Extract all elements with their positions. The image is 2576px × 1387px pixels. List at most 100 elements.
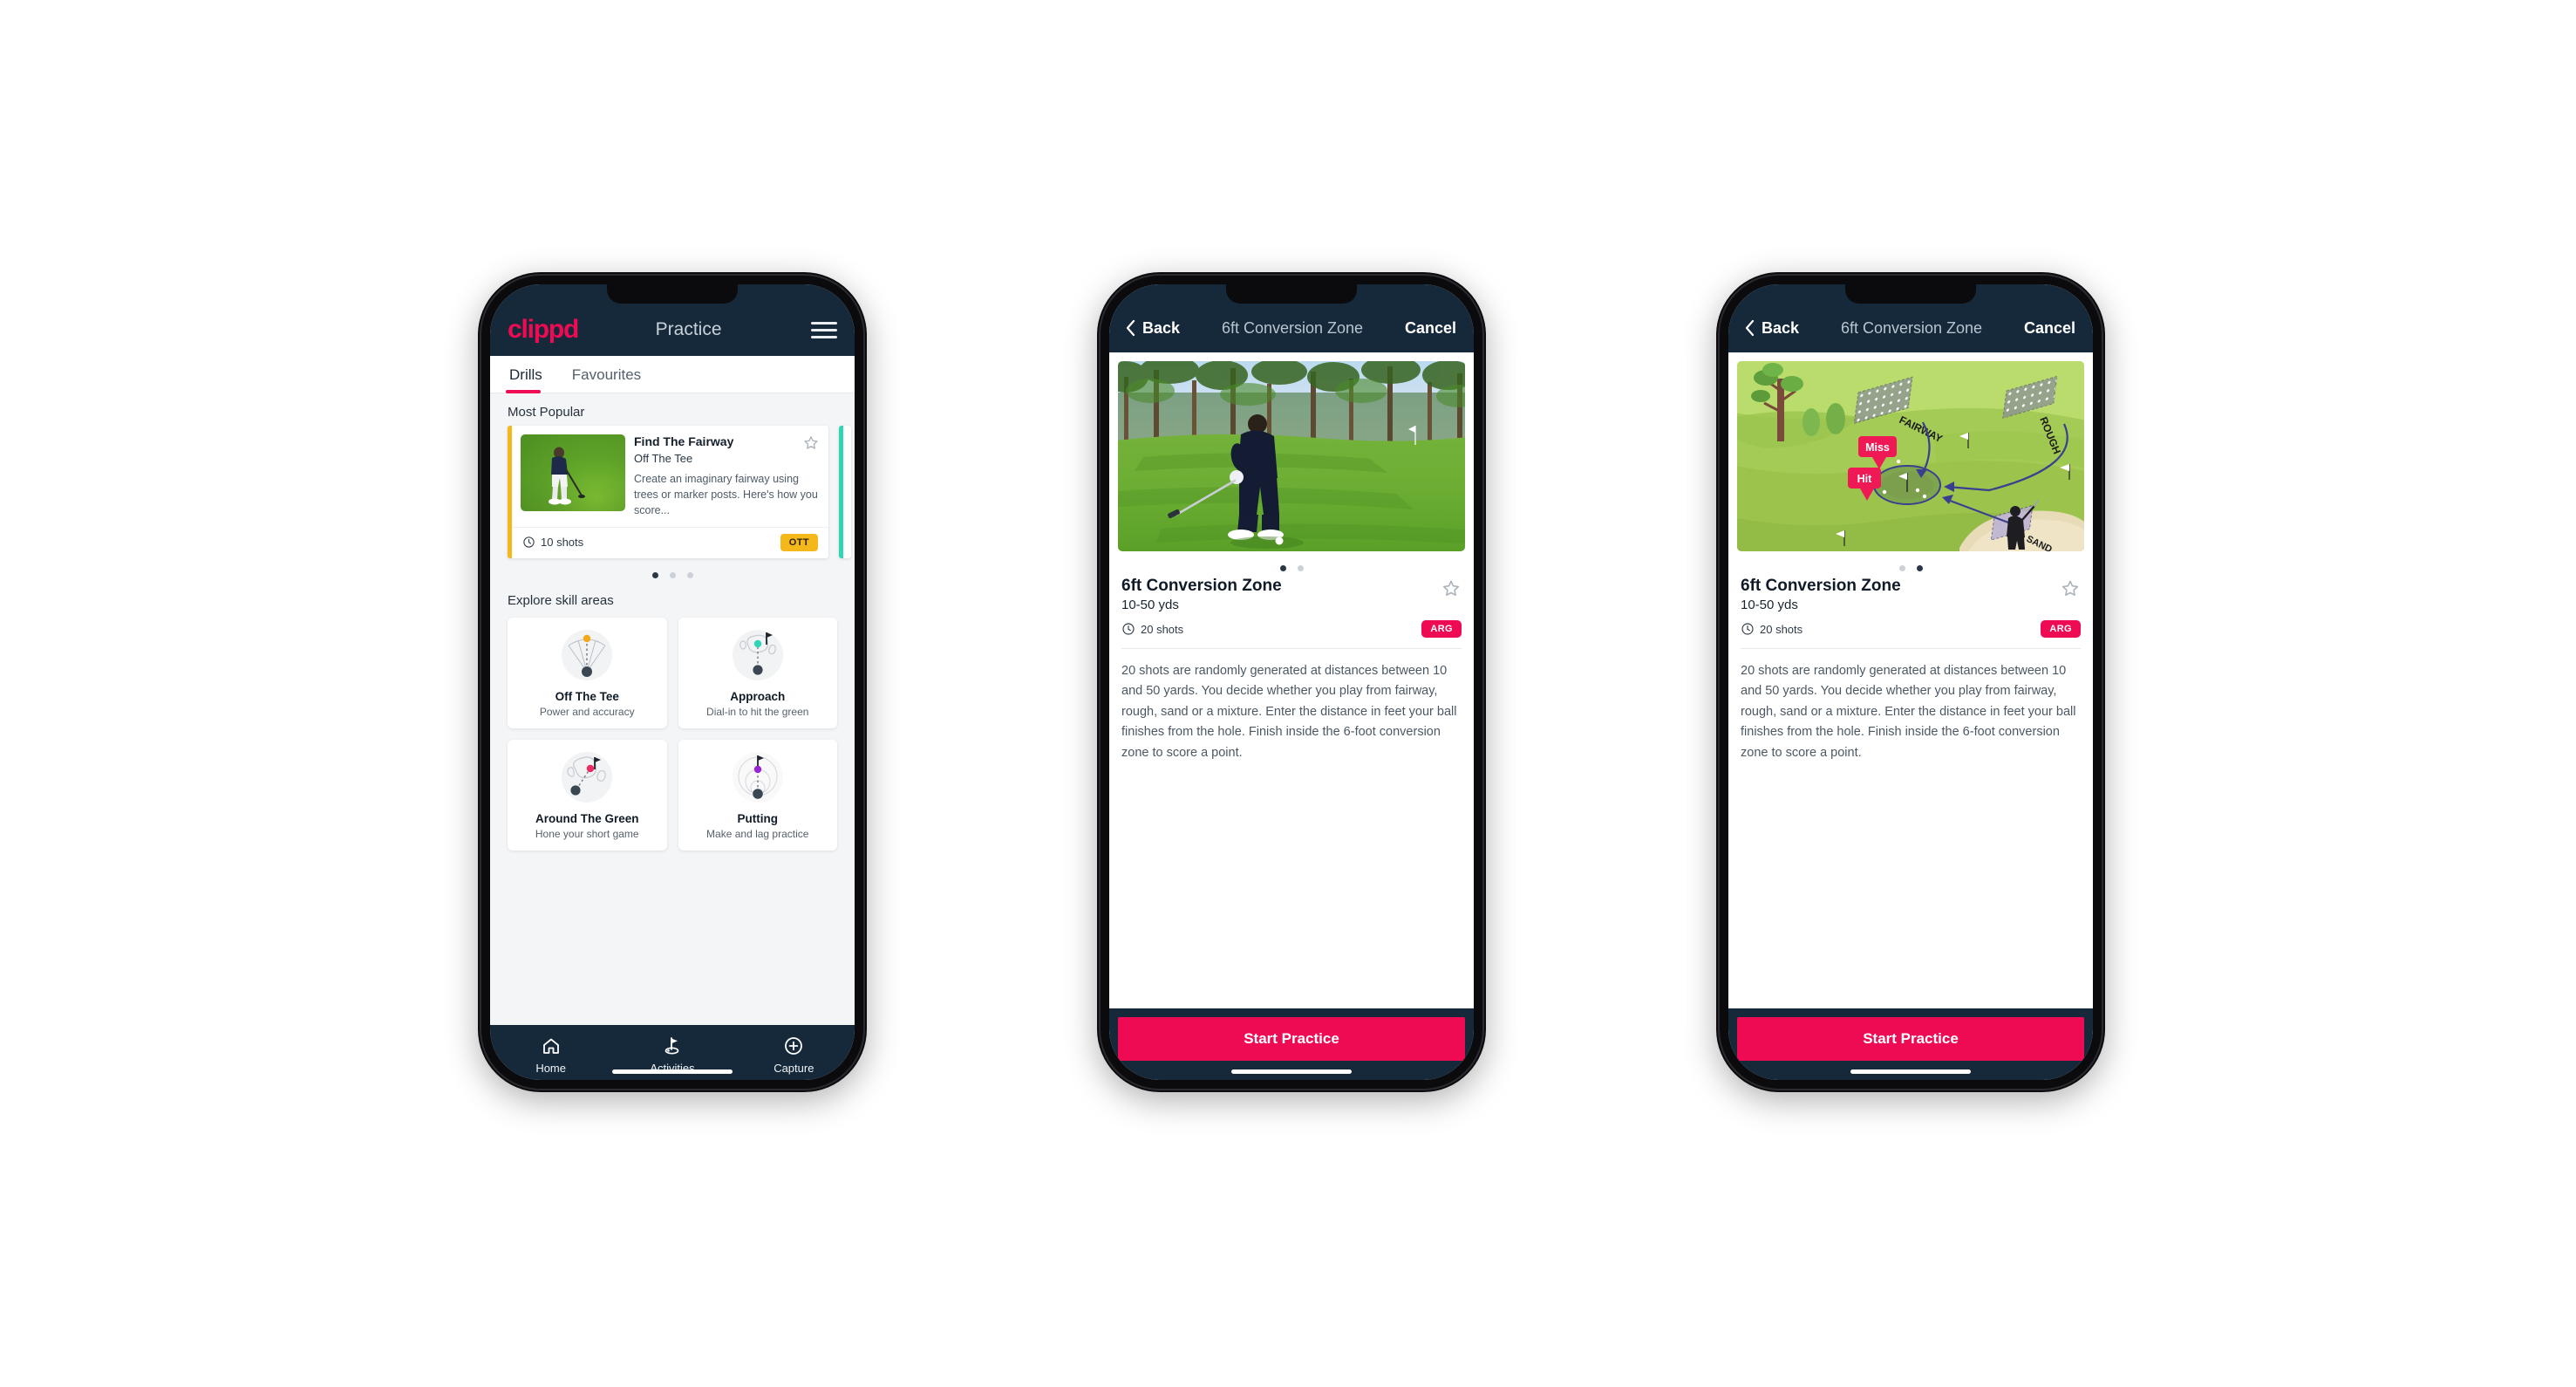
golf-course-diagram: FAIRWAY ROUGH SAND Miss Hit	[1737, 361, 2084, 551]
drill-media-illustration[interactable]: FAIRWAY ROUGH SAND Miss Hit	[1737, 361, 2084, 551]
phone3-screen: Back 6ft Conversion Zone Cancel FAIRWAY …	[1728, 284, 2093, 1080]
chip-green-icon	[515, 750, 660, 804]
drill-shots: 20 shots	[1121, 622, 1183, 636]
drill-description: Create an imaginary fairway using trees …	[634, 472, 818, 516]
drill-shots: 20 shots	[1741, 622, 1803, 636]
chevron-left-icon	[1745, 319, 1755, 337]
explore-skill-areas-label: Explore skill areas	[508, 592, 614, 608]
media-dot-2[interactable]	[1297, 565, 1304, 571]
drill-name: 6ft Conversion Zone	[1741, 577, 1901, 595]
golfer-chipping-photo	[1118, 361, 1465, 551]
back-button[interactable]: Back	[1744, 319, 1799, 338]
drill-media-photo[interactable]	[1118, 361, 1465, 551]
drill-description: 20 shots are randomly generated at dista…	[1121, 664, 1457, 760]
cancel-button[interactable]: Cancel	[2024, 319, 2075, 338]
skill-area-grid: Off The Tee Power and accuracy Approach …	[490, 614, 855, 851]
putting-rings-icon	[685, 750, 831, 804]
drill-card-top: Find The Fairway Off The Tee Create an i…	[512, 426, 828, 527]
skill-badge-arg: ARG	[1421, 620, 1462, 638]
tab-favourites[interactable]: Favourites	[569, 356, 653, 393]
skill-card-title: Approach	[730, 689, 786, 703]
phone2-notch	[1226, 284, 1357, 304]
drill-shots-label: 10 shots	[541, 536, 584, 550]
phone2-content: 6ft Conversion Zone 10-50 yds 20 shots A…	[1109, 352, 1474, 1008]
phone1-notch	[607, 284, 738, 304]
back-label: Back	[1142, 318, 1181, 337]
back-button[interactable]: Back	[1125, 319, 1180, 338]
skill-card-off-the-tee[interactable]: Off The Tee Power and accuracy	[508, 617, 667, 728]
approach-green-icon	[685, 628, 831, 682]
skill-card-around-the-green[interactable]: Around The Green Hone your short game	[508, 739, 667, 851]
drill-name: 6ft Conversion Zone	[1121, 577, 1282, 595]
star-outline-icon[interactable]	[2060, 578, 2081, 599]
back-label: Back	[1762, 318, 1800, 337]
drill-shots-row: 20 shots ARG	[1741, 620, 2081, 638]
tee-fan-icon	[515, 628, 660, 682]
nav-label-home: Home	[535, 1062, 566, 1075]
tab-bar: Drills Favourites	[490, 356, 855, 393]
nav-item-capture[interactable]: Capture	[733, 1035, 854, 1075]
skill-badge-ott: OTT	[780, 533, 818, 551]
drill-description: 20 shots are randomly generated at dista…	[1741, 664, 2076, 760]
start-practice-button[interactable]: Start Practice	[1118, 1017, 1465, 1061]
drill-info: 6ft Conversion Zone 10-50 yds 20 shots A…	[1109, 575, 1474, 638]
drill-card-next-peek[interactable]	[839, 426, 851, 558]
drill-shots-label: 20 shots	[1760, 622, 1803, 636]
drill-distance: 10-50 yds	[1741, 598, 1798, 612]
phone-mockup-practice-list: clippd Practice Drills Favourites Most P…	[478, 272, 867, 1092]
media-carousel-dots	[1728, 551, 2093, 575]
phone1-screen: clippd Practice Drills Favourites Most P…	[490, 284, 855, 1080]
skill-card-title: Putting	[737, 811, 779, 825]
skill-card-title: Around The Green	[535, 811, 639, 825]
drill-name-row: 6ft Conversion Zone 10-50 yds	[1121, 577, 1462, 612]
skill-card-approach[interactable]: Approach Dial-in to hit the green	[678, 617, 837, 728]
phone3-content: FAIRWAY ROUGH SAND Miss Hit 6ft Conversi…	[1728, 352, 2093, 1008]
carousel-dot-2[interactable]	[669, 571, 676, 578]
drill-shots-row: 20 shots ARG	[1121, 620, 1462, 638]
home-indicator	[1231, 1069, 1352, 1074]
golfer-silhouette-icon	[549, 447, 585, 505]
drill-category: Off The Tee	[634, 451, 693, 465]
media-carousel-dots	[1109, 551, 1474, 575]
chevron-left-icon	[1126, 319, 1135, 337]
tab-drills[interactable]: Drills	[506, 356, 555, 393]
drill-detail-title: 6ft Conversion Zone	[1840, 318, 1983, 337]
phone2-footer: Start Practice	[1109, 1008, 1474, 1080]
drill-meta: Find The Fairway Off The Tee Create an i…	[634, 434, 820, 518]
carousel-dot-1[interactable]	[651, 571, 658, 578]
phone1-content: Most Popular Find The Fairway Off The Te…	[490, 393, 855, 1025]
drill-title: Find The Fairway	[634, 434, 734, 448]
media-dot-1[interactable]	[1898, 565, 1905, 571]
cancel-button[interactable]: Cancel	[1405, 319, 1456, 338]
phone2-screen: Back 6ft Conversion Zone Cancel 6ft Conv…	[1109, 284, 1474, 1080]
start-practice-button[interactable]: Start Practice	[1737, 1017, 2084, 1061]
skill-card-subtitle: Hone your short game	[535, 827, 639, 840]
nav-label-capture: Capture	[773, 1062, 814, 1075]
drill-thumbnail	[521, 434, 625, 511]
drill-info: 6ft Conversion Zone 10-50 yds 20 shots A…	[1728, 575, 2093, 638]
drill-card[interactable]: Find The Fairway Off The Tee Create an i…	[508, 426, 828, 558]
phone-mockup-drill-detail-photo: Back 6ft Conversion Zone Cancel 6ft Conv…	[1097, 272, 1486, 1092]
drill-carousel[interactable]: Find The Fairway Off The Tee Create an i…	[490, 426, 855, 558]
svg-text:Miss: Miss	[1865, 441, 1890, 454]
clock-icon	[1741, 623, 1754, 635]
most-popular-label: Most Popular	[508, 405, 585, 420]
phone-mockup-drill-detail-diagram: Back 6ft Conversion Zone Cancel FAIRWAY …	[1716, 272, 2105, 1092]
phone3-footer: Start Practice	[1728, 1008, 2093, 1080]
home-indicator	[612, 1069, 733, 1074]
bottom-navigation: Home Activities Capture	[490, 1025, 855, 1080]
skill-card-putting[interactable]: Putting Make and lag practice	[678, 739, 837, 851]
carousel-dot-3[interactable]	[686, 571, 693, 578]
drill-detail-title: 6ft Conversion Zone	[1221, 318, 1364, 337]
clock-icon	[523, 536, 535, 549]
media-dot-1[interactable]	[1279, 565, 1286, 571]
media-dot-2[interactable]	[1916, 565, 1923, 571]
nav-item-home[interactable]: Home	[491, 1035, 611, 1075]
home-indicator	[1850, 1069, 1971, 1074]
drill-card-footer: 10 shots OTT	[512, 526, 828, 558]
drill-shots-label: 20 shots	[1141, 622, 1184, 636]
skill-card-subtitle: Power and accuracy	[539, 705, 635, 718]
star-outline-icon[interactable]	[1441, 578, 1462, 599]
hamburger-menu-icon[interactable]	[811, 321, 837, 338]
star-outline-icon[interactable]	[802, 434, 820, 452]
